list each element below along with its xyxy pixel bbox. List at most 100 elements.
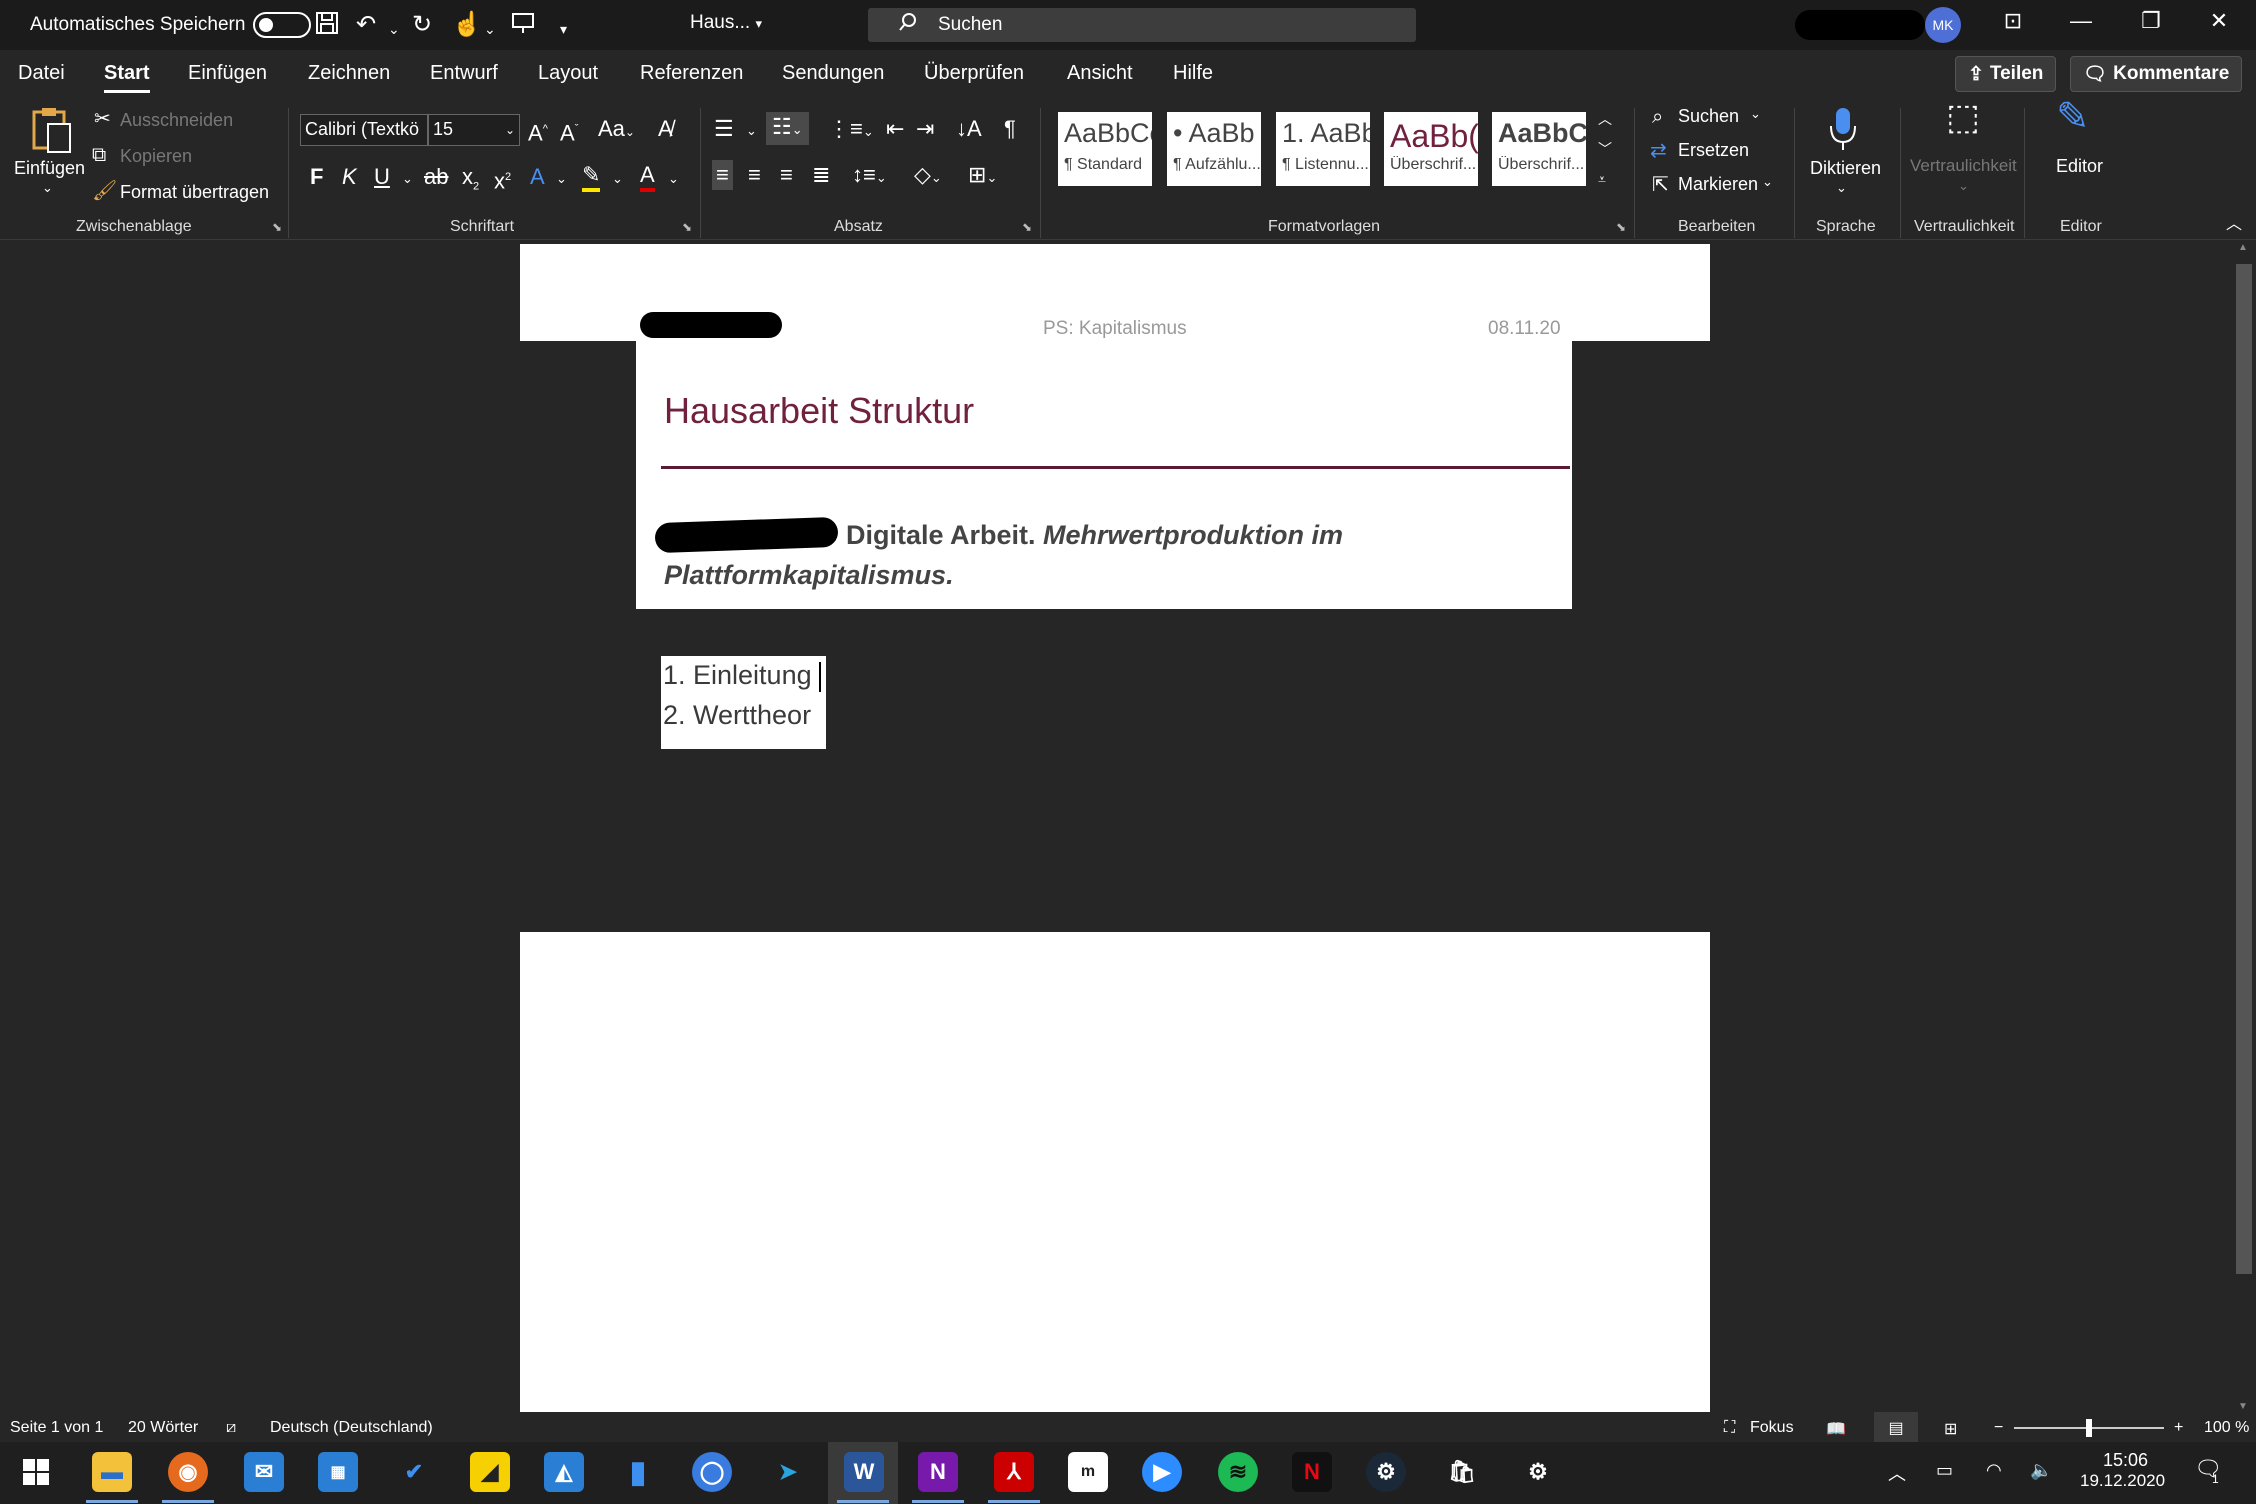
borders-icon[interactable]: ⊞⌄ [968, 162, 997, 191]
clock[interactable]: 15:06 19.12.2020 [2080, 1450, 2165, 1491]
tab-referenzen[interactable]: Referenzen [640, 62, 743, 85]
phone-icon[interactable]: ▮ [618, 1452, 658, 1492]
word-icon[interactable]: W [844, 1452, 884, 1492]
document-name[interactable]: Haus... ▾ [690, 12, 762, 34]
tray-overflow-icon[interactable]: ︿ [1888, 1460, 1906, 1486]
text-effects-icon[interactable]: A [530, 164, 545, 190]
shading-icon[interactable]: ◇⌄ [914, 162, 942, 191]
clear-format-icon[interactable]: A̸ [658, 116, 673, 142]
wifi-icon[interactable]: ◠ [1986, 1460, 2002, 1481]
align-center-icon[interactable]: ≡ [748, 162, 761, 188]
italic-button[interactable]: K [342, 164, 357, 190]
superscript-icon[interactable]: x2 [494, 164, 511, 194]
file-explorer-icon[interactable]: ▬ [92, 1452, 132, 1492]
telegram-icon[interactable]: ➤ [768, 1452, 808, 1492]
photos-icon[interactable]: ◭ [544, 1452, 584, 1492]
highlight-dropdown-icon[interactable]: ⌄ [612, 166, 623, 192]
touch-dropdown-icon[interactable]: ⌄ [484, 14, 496, 44]
line-spacing-icon[interactable]: ↕≡⌄ [852, 162, 887, 191]
ribbon-display-icon[interactable]: ⊡ [1993, 8, 2033, 34]
subtitle-line-2[interactable]: Plattformkapitalismus. [664, 560, 954, 591]
underline-button[interactable]: U [374, 164, 390, 190]
decrease-indent-icon[interactable]: ⇤ [886, 116, 904, 142]
focus-icon[interactable]: ⛶ [1724, 1419, 1735, 1437]
web-layout-icon[interactable]: ⊞ [1944, 1419, 1957, 1439]
font-color-icon[interactable]: A [640, 162, 655, 192]
show-formatting-icon[interactable]: ¶ [1004, 116, 1016, 142]
style-aufzaehlung[interactable]: • AaBb ¶ Aufzählu... [1167, 112, 1261, 186]
focus-button[interactable]: Fokus [1750, 1419, 1794, 1437]
bullets-icon[interactable]: ☰ [714, 116, 734, 142]
justify-icon[interactable]: ≣ [812, 162, 830, 188]
bold-button[interactable]: F [310, 164, 323, 190]
undo-dropdown-icon[interactable]: ⌄ [388, 14, 400, 44]
list-item[interactable]: 1. Einleitung [663, 660, 812, 691]
sticky-notes-icon[interactable]: ◢ [470, 1452, 510, 1492]
restore-icon[interactable]: ❐ [2131, 8, 2171, 34]
subtitle-line-1[interactable]: Digitale Arbeit. Mehrwertproduktion im [846, 520, 1343, 551]
mail-icon[interactable]: ✉ [244, 1452, 284, 1492]
onenote-icon[interactable]: N [918, 1452, 958, 1492]
tab-zeichnen[interactable]: Zeichnen [308, 62, 390, 85]
font-color-dropdown-icon[interactable]: ⌄ [668, 166, 679, 192]
tab-start[interactable]: Start [104, 62, 150, 93]
zoom-thumb[interactable] [2086, 1419, 2092, 1437]
style-ueberschrift-2[interactable]: AaBbCc Überschrif... [1492, 112, 1586, 186]
page-title[interactable]: Hausarbeit Struktur [664, 390, 974, 432]
style-standard[interactable]: AaBbCc ¶ Standard [1058, 112, 1152, 186]
subscript-icon[interactable]: x2 [462, 164, 479, 199]
vertical-scrollbar[interactable]: ▲ ▼ [2232, 242, 2256, 1412]
grow-font-icon[interactable]: A^ [528, 116, 548, 146]
sort-icon[interactable]: ↓A [956, 116, 982, 142]
tab-ansicht[interactable]: Ansicht [1067, 62, 1133, 85]
zoom-out-icon[interactable]: − [1994, 1419, 2003, 1437]
numbering-icon[interactable]: ☷⌄ [766, 112, 809, 145]
collapse-ribbon-icon[interactable]: ︿ [2226, 212, 2242, 238]
replace-button[interactable]: Ersetzen [1678, 140, 1749, 161]
page-count[interactable]: Seite 1 von 1 [10, 1419, 103, 1437]
styles-scroll-up-icon[interactable]: ︿ [1598, 106, 1612, 132]
signal-icon[interactable]: ◯ [692, 1452, 732, 1492]
read-mode-icon[interactable]: 📖 [1826, 1419, 1846, 1439]
dictate-dropdown-icon[interactable]: ⌄ [1836, 180, 1847, 196]
avatar[interactable]: MK [1925, 7, 1961, 43]
zoom-level[interactable]: 100 % [2204, 1419, 2249, 1437]
battery-icon[interactable]: ▭ [1936, 1460, 1953, 1481]
style-listennummer[interactable]: 1. AaBb ¶ Listennu... [1276, 112, 1370, 186]
redo-icon[interactable]: ↻ [412, 10, 432, 40]
clipboard-launcher-icon[interactable]: ⬊ [272, 220, 282, 234]
copy-button[interactable]: Kopieren [120, 146, 192, 167]
calendar-icon[interactable]: ▦ [318, 1452, 358, 1492]
autosave-control[interactable]: Automatisches Speichern [30, 12, 312, 38]
close-icon[interactable]: ✕ [2199, 8, 2239, 34]
acrobat-icon[interactable]: ⅄ [994, 1452, 1034, 1492]
autosave-toggle[interactable] [253, 12, 312, 38]
settings-icon[interactable]: ⚙ [1518, 1452, 1558, 1492]
font-size-select[interactable]: 15 ⌄ [428, 114, 520, 146]
cut-button[interactable]: Ausschneiden [120, 110, 233, 131]
word-count[interactable]: 20 Wörter [128, 1419, 198, 1437]
shrink-font-icon[interactable]: Aˇ [560, 116, 578, 146]
styles-scroll-down-icon[interactable]: ﹀ [1598, 136, 1612, 162]
zoom-slider[interactable] [2014, 1419, 2164, 1437]
scroll-down-icon[interactable]: ▼ [2238, 1401, 2248, 1412]
font-family-select[interactable]: Calibri (Textkö [300, 114, 428, 146]
comments-button[interactable]: 🗨 Kommentare [2070, 56, 2243, 92]
outline-list[interactable]: 1. Einleitung 2. Werttheor [661, 656, 826, 749]
sensitivity-button[interactable]: Vertraulichkeit [1910, 156, 2017, 176]
present-icon[interactable] [510, 10, 536, 44]
dictate-button[interactable]: Diktieren [1810, 158, 1881, 179]
multilevel-list-icon[interactable]: ⋮≡⌄ [828, 116, 874, 145]
print-layout-icon[interactable]: ▤ [1874, 1412, 1918, 1442]
styles-more-icon[interactable]: ⩡ [1598, 166, 1606, 192]
strikethrough-icon[interactable]: ab [424, 164, 448, 190]
paste-button[interactable]: Einfügen [14, 158, 85, 179]
netflix-icon[interactable]: N [1292, 1452, 1332, 1492]
find-button[interactable]: Suchen [1678, 106, 1739, 127]
change-case-icon[interactable]: Aa⌄ [598, 116, 635, 145]
paste-dropdown-icon[interactable]: ⌄ [42, 180, 53, 196]
undo-icon[interactable]: ↶ [356, 10, 376, 40]
windows-start-icon[interactable] [16, 1452, 56, 1492]
steam-icon[interactable]: ⚙ [1366, 1452, 1406, 1492]
text-effects-dropdown-icon[interactable]: ⌄ [556, 166, 567, 192]
